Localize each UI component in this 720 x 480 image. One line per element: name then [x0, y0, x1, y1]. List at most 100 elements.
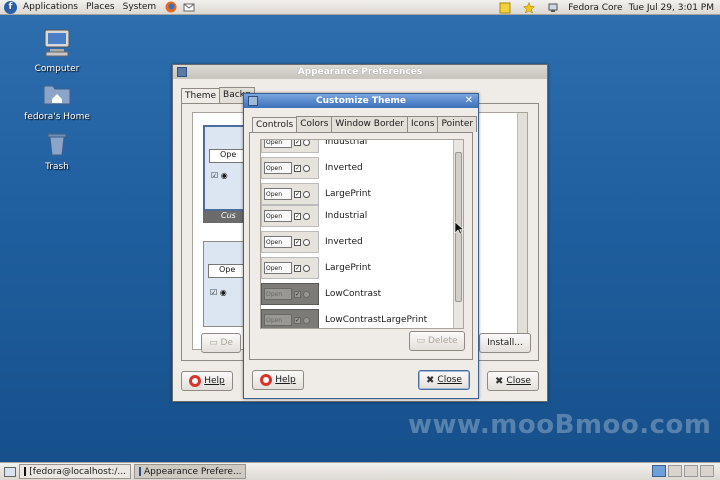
thumbnail-open-button: Open [264, 188, 292, 200]
theme-row[interactable]: Open ✓ LowContrastLargePrint [261, 308, 457, 328]
workspace-2[interactable] [668, 465, 682, 477]
tab-icons[interactable]: Icons [406, 116, 439, 132]
thumbnail-radio-icon [303, 164, 310, 172]
thumbnail-radio-icon [303, 190, 310, 198]
menu-places[interactable]: Places [84, 2, 121, 12]
thumbnail-open-button: Open [264, 236, 292, 248]
theme-row-label: Industrial [325, 211, 368, 221]
workspace-switcher[interactable] [652, 465, 714, 477]
desktop-icon-label: Computer [34, 64, 80, 74]
clock[interactable]: Tue Jul 29, 3:01 PM [629, 3, 714, 13]
theme-list-scrollbar[interactable] [517, 113, 527, 349]
thumbnail-button-label: Open [266, 164, 283, 172]
appearance-icon [139, 467, 141, 476]
controls-tab-panel: Open ✓ Industrial Open ✓ Inverted Open ✓ LargePr… [249, 132, 473, 360]
watermark: www.mooBmoo.com [408, 410, 712, 440]
thumbnail-radio-icon [303, 316, 310, 324]
window-menu-icon[interactable] [248, 96, 258, 106]
network-icon[interactable] [547, 2, 559, 14]
thumbnail-checkbox-icon: ✓ [294, 212, 301, 220]
theme-row[interactable]: Open ✓ Inverted [261, 230, 457, 254]
theme-row[interactable]: Open ✓ Industrial [261, 139, 457, 154]
thumbnail-radio-icon [303, 140, 310, 146]
star-icon[interactable] [523, 1, 536, 14]
thumbnail-open-button: Ope [208, 264, 248, 278]
delete-button: ▭ De [201, 333, 241, 353]
show-desktop-icon[interactable] [4, 466, 16, 478]
mouse-pointer-icon [455, 222, 464, 235]
appearance-help-button[interactable]: Help [181, 371, 233, 391]
thumbnail-button-label: Open [266, 316, 283, 324]
thumbnail-checkbox-icon: ✓ [294, 139, 301, 146]
thumbnail-check-icon: ☑ ◉ [211, 171, 228, 180]
window-title: Appearance Preferences [297, 67, 423, 77]
thumbnail-open-button: Open [264, 262, 292, 274]
customize-titlebar[interactable]: Customize Theme ✕ [244, 94, 478, 108]
theme-row-label: LargePrint [325, 263, 372, 273]
dialog-title: Customize Theme [316, 96, 406, 106]
customize-close-button[interactable]: ✖ Close [418, 370, 470, 390]
thumbnail-open-button: Open [264, 162, 292, 174]
theme-row[interactable]: Open ✓ LowContrast [261, 282, 457, 306]
theme-thumbnail: Open ✓ [261, 139, 319, 153]
mail-icon[interactable] [183, 1, 195, 13]
desktop-icon-computer[interactable]: Computer [22, 28, 92, 74]
fedora-logo-icon[interactable]: f [4, 0, 17, 14]
hostname-label: Fedora Core [568, 2, 623, 13]
thumbnail-radio-icon [303, 264, 310, 272]
delete-icon: ▭ [416, 336, 425, 346]
theme-row-label: Inverted [325, 163, 363, 173]
install-button[interactable]: Install... [479, 333, 531, 353]
tab-pointer[interactable]: Pointer [437, 116, 478, 132]
customize-tabs: Controls Colors Window Border Icons Poin… [252, 116, 478, 133]
theme-row-label: LowContrast [325, 289, 382, 299]
terminal-icon [24, 467, 27, 476]
tab-colors[interactable]: Colors [296, 116, 333, 132]
thumbnail-check-icon: ☑ ◉ [210, 288, 227, 297]
computer-icon [44, 29, 70, 57]
window-menu-icon[interactable] [177, 67, 187, 77]
tab-controls[interactable]: Controls [252, 117, 298, 133]
theme-row-label: LowContrastLargePrint [325, 315, 428, 325]
dialog-close-icon[interactable]: ✕ [465, 94, 473, 108]
theme-row[interactable]: Open ✓ LargePrint [261, 182, 457, 206]
tab-theme[interactable]: Theme [181, 88, 221, 104]
thumbnail-checkbox-icon: ✓ [294, 264, 301, 272]
appearance-close-button[interactable]: ✖ Close [487, 371, 539, 391]
theme-row[interactable]: Open ✓ Industrial [261, 204, 457, 228]
firefox-icon[interactable] [165, 1, 177, 13]
close-icon: ✖ [426, 374, 435, 386]
workspace-4[interactable] [700, 465, 714, 477]
desktop-icon-home[interactable]: fedora's Home [22, 80, 92, 122]
desktop-icon-trash[interactable]: Trash [22, 130, 92, 172]
theme-row[interactable]: Open ✓ Inverted [261, 156, 457, 180]
bottom-panel: [fedora@localhost:/... Appearance Prefer… [0, 462, 720, 480]
theme-row[interactable]: Open ✓ LargePrint [261, 256, 457, 280]
thumbnail-button-label: Open [266, 290, 283, 298]
menu-system[interactable]: System [121, 2, 163, 12]
tab-window-border[interactable]: Window Border [331, 116, 408, 132]
thumbnail-button-label: Open [266, 264, 283, 272]
desktop-icon-label: fedora's Home [24, 112, 90, 122]
thumbnail-checkbox-icon: ✓ [294, 290, 301, 298]
customize-help-button[interactable]: Help [252, 370, 304, 390]
thumbnail-open-button: Open [264, 288, 292, 300]
theme-row-label: LargePrint [325, 189, 372, 199]
thumbnail-button-label: Open [266, 212, 283, 220]
notes-icon[interactable] [499, 2, 511, 14]
theme-thumbnail: Open ✓ [261, 257, 319, 279]
appearance-titlebar[interactable]: Appearance Preferences [173, 65, 547, 79]
taskbar-item-appearance[interactable]: Appearance Prefere... [134, 464, 246, 479]
workspace-3[interactable] [684, 465, 698, 477]
workspace-1[interactable] [652, 465, 666, 477]
thumbnail-checkbox-icon: ✓ [294, 190, 301, 198]
taskbar-item-terminal[interactable]: [fedora@localhost:/... [19, 464, 131, 479]
theme-thumbnail: Open ✓ [261, 205, 319, 227]
thumbnail-checkbox-icon: ✓ [294, 316, 301, 324]
theme-thumbnail: Open ✓ [261, 283, 319, 305]
thumbnail-button-label: Open [266, 139, 283, 146]
thumbnail-open-button: Open [264, 139, 292, 148]
panel-tray: Fedora Core Tue Jul 29, 3:01 PM [496, 0, 720, 15]
menu-applications[interactable]: Applications [21, 2, 84, 12]
thumbnail-radio-icon [303, 290, 310, 298]
